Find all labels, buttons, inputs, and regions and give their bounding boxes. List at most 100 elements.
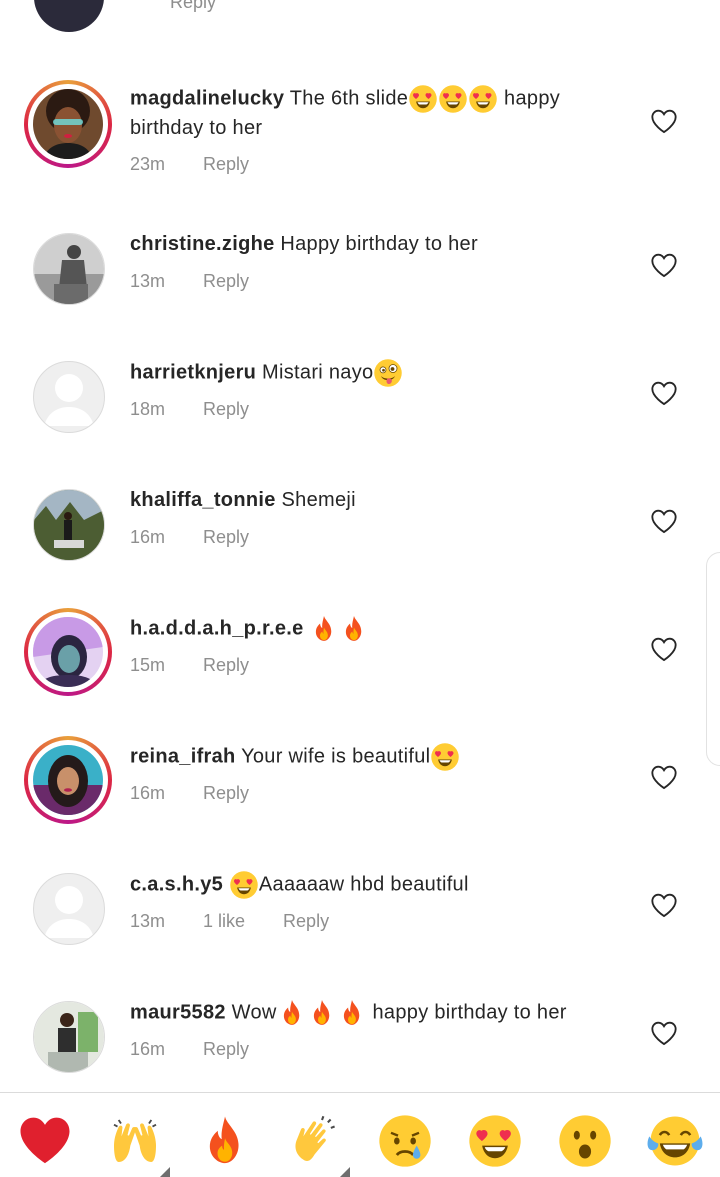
comment-text: c.a.s.h.y5 Aaaaaaw hbd beautiful — [130, 870, 630, 900]
heart-eyes-emoji — [430, 742, 460, 772]
comment-row: christine.zighe Happy birthday to her 13… — [0, 224, 720, 352]
reply-button[interactable]: Reply — [283, 911, 329, 932]
comment-body: Your wife is beautiful — [241, 745, 431, 768]
comment-meta: 23m Reply — [130, 154, 287, 175]
comment-time: 16m — [130, 527, 166, 547]
comment-username[interactable]: reina_ifrah — [130, 745, 236, 767]
comment-meta: 13m 1 like Reply — [130, 911, 367, 932]
comment-meta: 16m Reply — [130, 783, 287, 804]
comment-text: reina_ifrah Your wife is beautiful — [130, 742, 630, 772]
comment-text: harrietknjeru Mistari nayo — [130, 358, 630, 388]
avatar — [33, 489, 105, 561]
likes-count[interactable]: 1 like — [203, 911, 245, 932]
comment-text: christine.zighe Happy birthday to her — [130, 230, 630, 258]
comment-row: magdalinelucky The 6th slide happy birth… — [0, 80, 720, 208]
heart-eyes-face-icon[interactable] — [467, 1113, 523, 1169]
quick-reaction-bar — [0, 1092, 720, 1177]
heart-eyes-emoji — [438, 84, 468, 114]
comment-time: 15m — [130, 655, 166, 675]
comment-row: reina_ifrah Your wife is beautiful 16m Re… — [0, 736, 720, 864]
fire-emoji — [277, 998, 307, 1028]
comment-body-continued: Aaaaaaw hbd beautiful — [258, 873, 469, 896]
comment-body: Mistari nayo — [262, 361, 374, 384]
comment-body-continued: happy birthday to her — [366, 1001, 567, 1024]
avatar — [33, 617, 103, 687]
scroll-edge-handle[interactable] — [706, 552, 720, 766]
comment-username[interactable]: khaliffa_tonnie — [130, 489, 276, 511]
avatar-wrapper[interactable] — [24, 352, 112, 440]
comment-meta: 15m Reply — [130, 655, 287, 676]
comment-username[interactable]: magdalinelucky — [130, 87, 284, 109]
avatar-story-ring[interactable] — [24, 608, 112, 696]
like-heart-icon[interactable] — [650, 636, 678, 662]
comment-text: khaliffa_tonnie Shemeji — [130, 486, 630, 514]
avatar-story-ring[interactable] — [24, 80, 112, 168]
avatar — [33, 1001, 105, 1073]
reply-button[interactable]: Reply — [203, 154, 249, 175]
like-heart-icon[interactable] — [650, 252, 678, 278]
red-heart-icon[interactable] — [17, 1113, 73, 1169]
comment-username[interactable]: harrietknjeru — [130, 361, 256, 383]
default-avatar-icon — [33, 361, 105, 433]
comment-body: Wow — [231, 1001, 277, 1024]
comment-text: h.a.d.d.a.h_p.r.e.e — [130, 614, 630, 644]
comment-username[interactable]: maur5582 — [130, 1001, 226, 1023]
heart-eyes-emoji — [468, 84, 498, 114]
avatar-wrapper[interactable] — [24, 864, 112, 952]
comment-meta: Reply — [130, 0, 216, 13]
comment-meta: 16m Reply — [130, 527, 287, 548]
like-heart-icon[interactable] — [650, 508, 678, 534]
comment-username[interactable]: christine.zighe — [130, 233, 275, 255]
avatar-wrapper[interactable] — [24, 992, 112, 1080]
tears-of-joy-face-icon[interactable] — [647, 1113, 703, 1169]
fire-emoji — [309, 614, 339, 644]
comment-time: 16m — [130, 783, 166, 803]
like-heart-icon[interactable] — [650, 380, 678, 406]
raising-hands-icon[interactable] — [107, 1113, 163, 1169]
like-heart-icon[interactable] — [650, 892, 678, 918]
comment-body: Happy birthday to her — [280, 233, 478, 255]
avatar — [33, 745, 103, 815]
crying-face-icon[interactable] — [377, 1113, 433, 1169]
comment-meta: 13m Reply — [130, 271, 287, 292]
avatar[interactable] — [34, 0, 104, 32]
comment-text: magdalinelucky The 6th slide happy birth… — [130, 84, 630, 142]
reply-button[interactable]: Reply — [203, 783, 249, 804]
fire-emoji — [339, 614, 369, 644]
like-heart-icon[interactable] — [650, 108, 678, 134]
comment-body: The 6th slide — [289, 87, 409, 110]
comment-row: khaliffa_tonnie Shemeji 16m Reply — [0, 480, 720, 608]
comment-username[interactable]: h.a.d.d.a.h_p.r.e.e — [130, 617, 304, 639]
zany-face-emoji — [373, 358, 403, 388]
heart-eyes-emoji — [408, 84, 438, 114]
reply-button[interactable]: Reply — [203, 1039, 249, 1060]
reply-button[interactable]: Reply — [203, 271, 249, 292]
comment-row: c.a.s.h.y5 Aaaaaaw hbd beautiful 13m 1 li… — [0, 864, 720, 992]
comment-time: 23m — [130, 154, 166, 174]
heart-eyes-emoji — [229, 870, 259, 900]
default-avatar-icon — [33, 873, 105, 945]
comment-time: 13m — [130, 911, 166, 931]
clapping-hands-icon[interactable] — [287, 1113, 343, 1169]
avatar-story-ring[interactable] — [24, 736, 112, 824]
avatar-wrapper[interactable] — [24, 480, 112, 568]
comment-time: 13m — [130, 271, 166, 291]
reply-button[interactable]: Reply — [203, 399, 249, 420]
fire-icon[interactable] — [197, 1113, 253, 1169]
comment-text: maur5582 Wow happy birthday to her — [130, 998, 630, 1028]
comment-meta: 16m Reply — [130, 1039, 287, 1060]
comment-username[interactable]: c.a.s.h.y5 — [130, 873, 223, 895]
comment-meta: 18m Reply — [130, 399, 287, 420]
like-heart-icon[interactable] — [650, 764, 678, 790]
avatar-wrapper[interactable] — [24, 224, 112, 312]
fire-emoji — [337, 998, 367, 1028]
avatar — [33, 89, 103, 159]
reply-button[interactable]: Reply — [203, 527, 249, 548]
reply-button[interactable]: Reply — [203, 655, 249, 676]
reply-button[interactable]: Reply — [170, 0, 216, 12]
like-heart-icon[interactable] — [650, 1020, 678, 1046]
comment-row: harrietknjeru Mistari nayo 18m Reply — [0, 352, 720, 480]
comment-row: h.a.d.d.a.h_p.r.e.e 15m Reply — [0, 608, 720, 736]
astonished-face-icon[interactable] — [557, 1113, 613, 1169]
comment-time: 16m — [130, 1039, 166, 1059]
